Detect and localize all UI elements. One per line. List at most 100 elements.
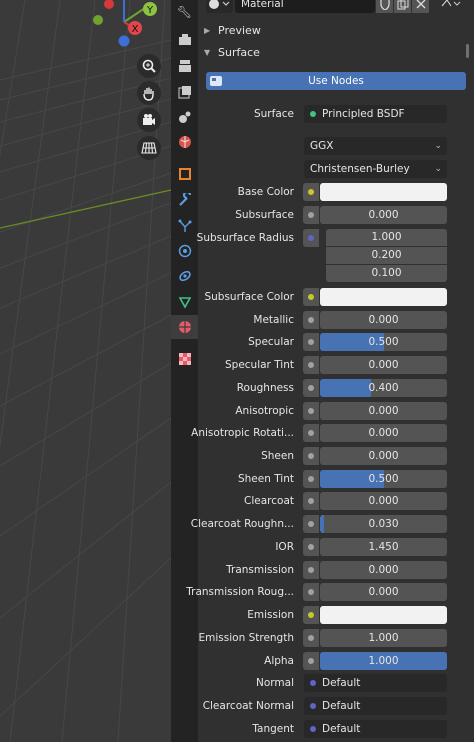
object-icon[interactable] (171, 162, 198, 186)
emission-swatch[interactable] (320, 606, 447, 624)
panel-scrollbar[interactable] (466, 44, 469, 58)
camera-icon[interactable] (137, 108, 161, 132)
emission-socket-button[interactable] (303, 606, 319, 624)
anisotropic-label: Anisotropic (235, 405, 294, 417)
render-icon[interactable] (171, 28, 198, 52)
texture-icon[interactable] (171, 347, 198, 371)
subsurface-radius-component-1[interactable]: 0.200 (326, 247, 447, 264)
specular-label: Specular (248, 336, 294, 348)
preview-section-header[interactable]: ▶ Preview (204, 24, 261, 37)
socket-dot-icon (308, 498, 314, 504)
gizmo-x-label: X (132, 24, 139, 35)
emission-strength-slider[interactable]: 1.000 (320, 629, 447, 647)
chevron-down-icon: ⌄ (434, 141, 442, 151)
clearcoat-label: Clearcoat (244, 495, 294, 507)
use-nodes-button[interactable]: Use Nodes (206, 72, 466, 90)
transmission-slider[interactable]: 0.000 (320, 561, 447, 579)
clearcoat-roughness-slider[interactable]: 0.030 (320, 515, 447, 533)
vector-socket-icon (310, 680, 316, 686)
surface-label: Surface (253, 108, 294, 120)
alpha-socket-button[interactable] (303, 652, 319, 670)
socket-dot-icon (308, 430, 314, 436)
ior-slider[interactable]: 1.450 (320, 538, 447, 556)
modifier-icon[interactable] (171, 188, 198, 212)
anisotropic-rotation-socket-button[interactable] (303, 424, 319, 442)
subsurface-color-swatch[interactable] (320, 288, 447, 306)
specular-slider[interactable]: 0.500 (320, 333, 447, 351)
specular-tint-slider[interactable]: 0.000 (320, 356, 447, 374)
subsurface-label: Subsurface (235, 209, 294, 221)
alpha-slider[interactable]: 1.000 (320, 652, 447, 670)
transmission-roughness-socket-button[interactable] (303, 583, 319, 601)
metallic-socket-button[interactable] (303, 311, 319, 329)
subsurface-radius-component-0[interactable]: 1.000 (326, 229, 447, 246)
gizmo-neg-x (104, 0, 114, 9)
surface-shader-field[interactable]: Principled BSDF (304, 105, 447, 123)
transmission-roughness-label: Transmission Roug... (186, 586, 294, 598)
base-color-socket-button[interactable] (303, 183, 319, 201)
anisotropic-socket-button[interactable] (303, 402, 319, 420)
socket-dot-icon (308, 544, 314, 550)
tangent-field[interactable]: Default (304, 720, 447, 738)
constraints-icon[interactable] (171, 264, 198, 288)
material-sphere-icon (209, 0, 230, 9)
clearcoat-socket-button[interactable] (303, 492, 319, 510)
roughness-socket-button[interactable] (303, 379, 319, 397)
base-color-swatch[interactable] (320, 183, 447, 201)
clearcoat-slider[interactable]: 0.000 (320, 492, 447, 510)
tool-icon[interactable]: 🔧︎ (171, 0, 198, 24)
clearcoat-roughness-socket-button[interactable] (303, 515, 319, 533)
physics-icon[interactable] (171, 239, 198, 263)
sheen-slider[interactable]: 0.000 (320, 447, 447, 465)
world-icon[interactable] (171, 130, 198, 154)
transmission-socket-button[interactable] (303, 561, 319, 579)
hand-pan-icon[interactable] (137, 81, 161, 105)
grid-icon[interactable] (137, 136, 161, 160)
unlink-x-icon[interactable] (412, 0, 429, 13)
output-icon[interactable] (171, 54, 198, 78)
roughness-slider[interactable]: 0.400 (320, 379, 447, 397)
sheen-label: Sheen (261, 450, 294, 462)
distribution-dropdown[interactable]: GGX ⌄ (304, 137, 447, 155)
material-name-field[interactable]: Material (235, 0, 375, 13)
ior-socket-button[interactable] (303, 538, 319, 556)
subsurface-radius-socket-button[interactable] (303, 229, 319, 247)
subsurface-socket-button[interactable] (303, 206, 319, 224)
subsurface-slider[interactable]: 0.000 (320, 206, 447, 224)
normal-field[interactable]: Default (304, 674, 447, 692)
fake-user-shield-icon[interactable] (376, 0, 393, 13)
socket-dot-icon (308, 589, 314, 595)
anisotropic-rotation-label: Anisotropic Rotati... (191, 427, 294, 439)
sheen-socket-button[interactable] (303, 447, 319, 465)
metallic-slider[interactable]: 0.000 (320, 311, 447, 329)
emission-strength-socket-button[interactable] (303, 629, 319, 647)
zoom-icon[interactable] (137, 54, 161, 78)
data-icon[interactable] (171, 290, 198, 314)
3d-viewport[interactable]: Y X (0, 0, 171, 742)
clearcoat-normal-field[interactable]: Default (304, 697, 447, 715)
particles-icon[interactable] (171, 214, 198, 238)
roughness-fill (320, 379, 371, 397)
material-browse-dropdown[interactable] (206, 0, 233, 13)
socket-dot-icon (308, 317, 314, 323)
subsurface-radius-component-2[interactable]: 0.100 (326, 265, 447, 282)
surface-section-header[interactable]: ▼ Surface (204, 46, 260, 59)
specular-tint-socket-button[interactable] (303, 356, 319, 374)
scene-icon[interactable] (171, 105, 198, 129)
node-link-dropdown-icon[interactable] (440, 0, 462, 13)
sheen-tint-socket-button[interactable] (303, 470, 319, 488)
clearcoat-normal-label: Clearcoat Normal (202, 700, 294, 712)
view-layer-icon[interactable] (171, 80, 198, 104)
socket-dot-icon (308, 521, 314, 527)
sheen-tint-slider[interactable]: 0.500 (320, 470, 447, 488)
socket-dot-icon (308, 408, 314, 414)
anisotropic-rotation-slider[interactable]: 0.000 (320, 424, 447, 442)
subsurface-method-dropdown[interactable]: Christensen-Burley ⌄ (304, 160, 447, 178)
specular-socket-button[interactable] (303, 333, 319, 351)
subsurface-color-socket-button[interactable] (303, 288, 319, 306)
material-icon[interactable] (171, 315, 198, 339)
transmission-roughness-slider[interactable]: 0.000 (320, 583, 447, 601)
anisotropic-slider[interactable]: 0.000 (320, 402, 447, 420)
alpha-label: Alpha (264, 655, 294, 667)
duplicate-icon[interactable] (394, 0, 411, 13)
